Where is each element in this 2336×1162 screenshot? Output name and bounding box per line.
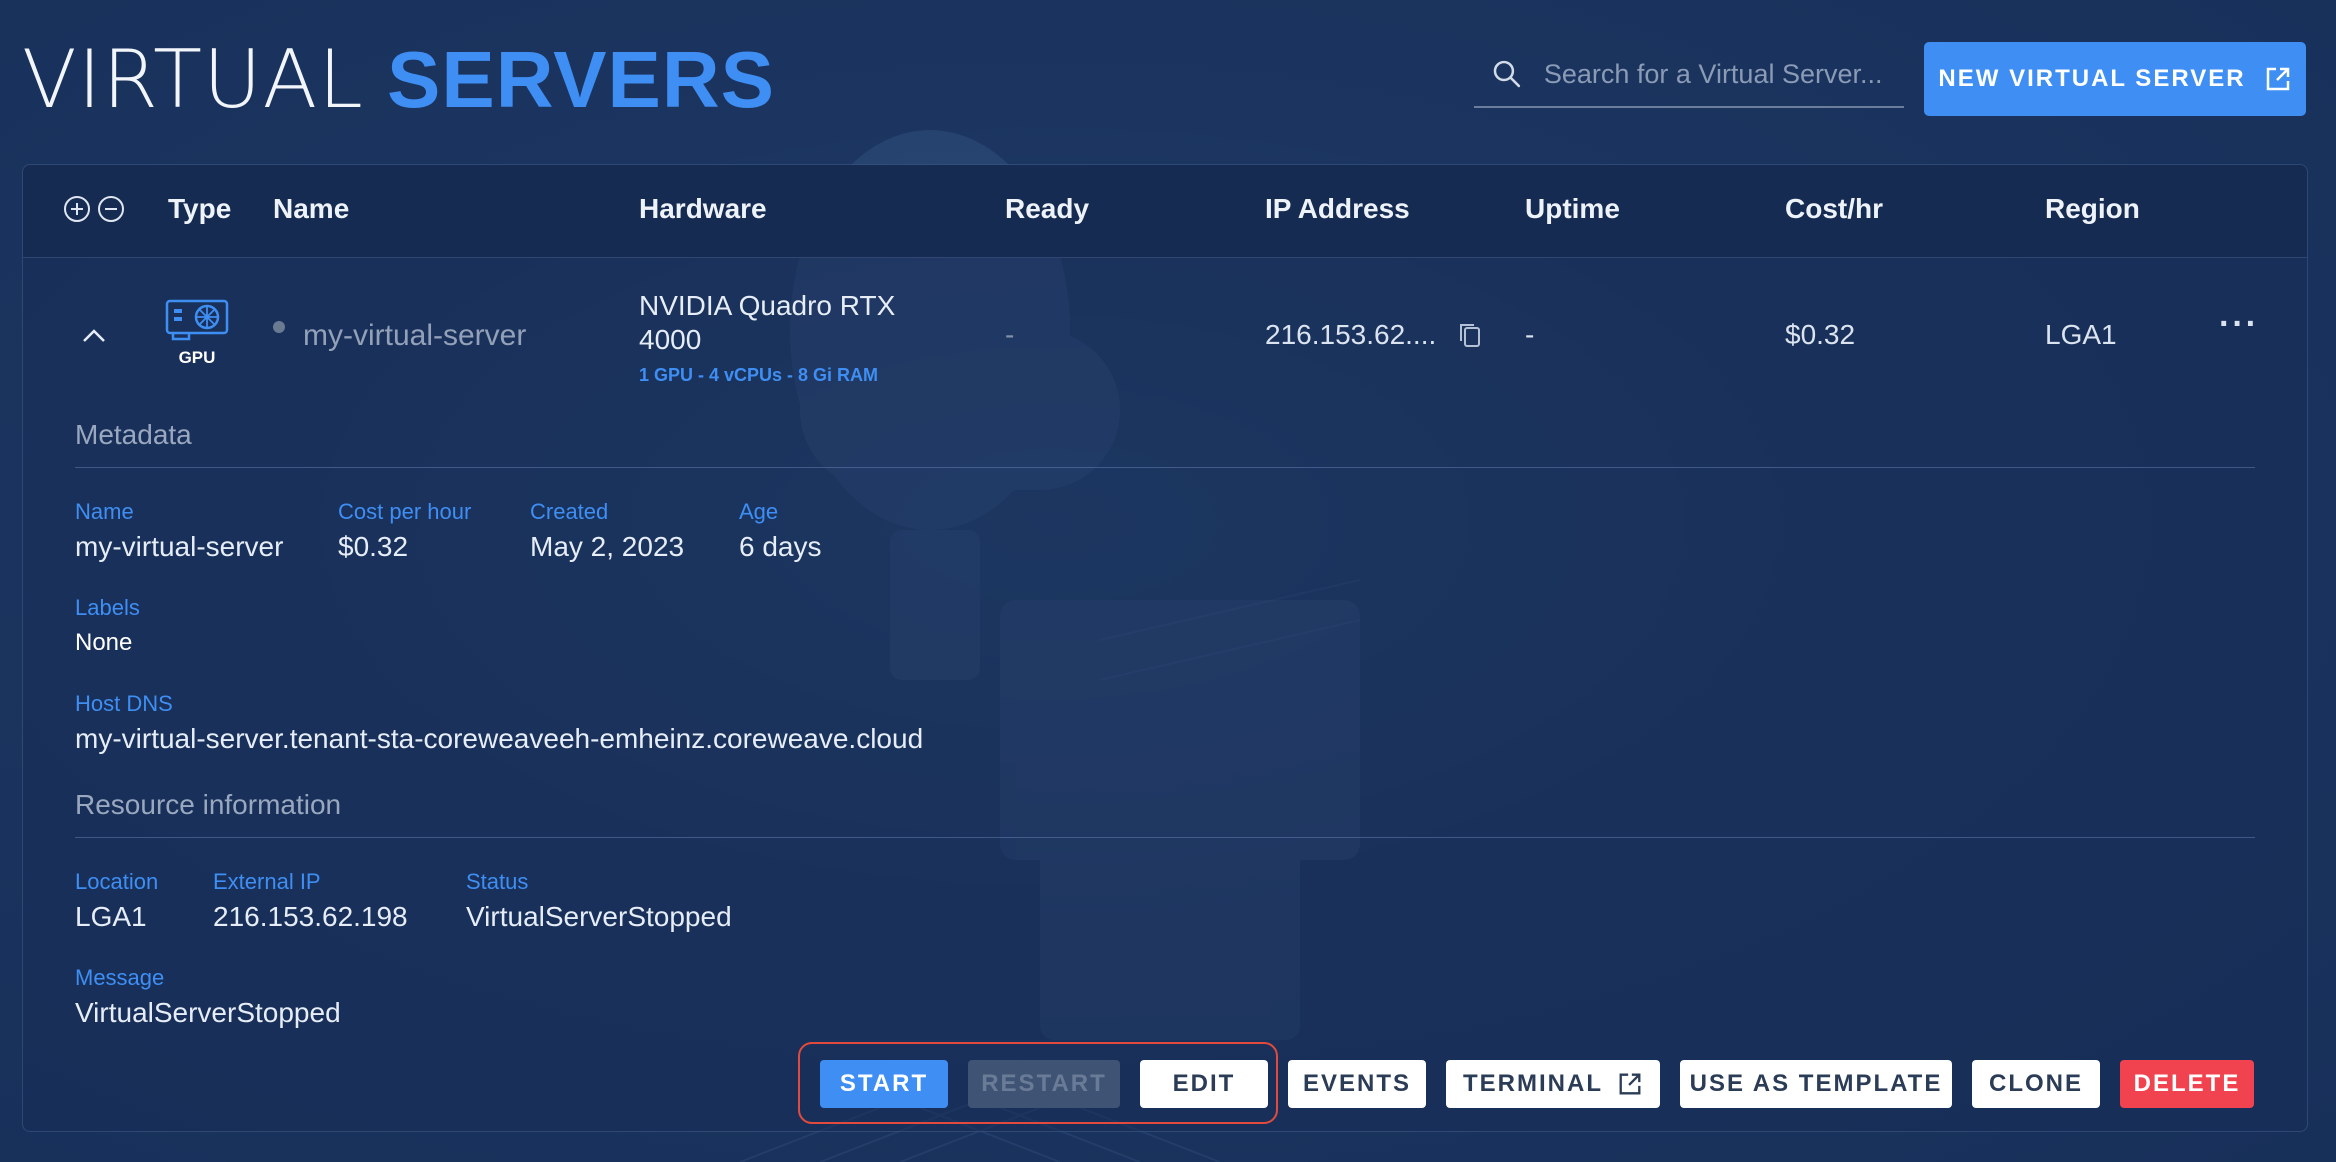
- use-as-template-button[interactable]: USE AS TEMPLATE: [1680, 1060, 1952, 1108]
- status-dot: [273, 321, 285, 333]
- meta-name-value: my-virtual-server: [75, 531, 284, 562]
- copy-icon[interactable]: [1457, 321, 1483, 349]
- res-external-ip-value: 216.153.62.198: [213, 901, 408, 932]
- new-virtual-server-button[interactable]: NEW VIRTUAL SERVER: [1924, 42, 2306, 116]
- column-header-region[interactable]: Region: [2045, 193, 2140, 225]
- res-location-label: Location: [75, 869, 159, 894]
- meta-cost-label: Cost per hour: [338, 499, 472, 524]
- search-icon: [1493, 60, 1521, 88]
- meta-labels-label: Labels: [75, 595, 140, 620]
- ready-value: -: [1005, 319, 1015, 350]
- meta-labels-value: None: [75, 629, 133, 656]
- external-link-icon: [1619, 1073, 1641, 1095]
- meta-dns-label: Host DNS: [75, 691, 173, 716]
- column-header-name[interactable]: Name: [273, 193, 349, 225]
- resource-section-title: Resource information: [75, 789, 342, 820]
- res-external-ip-label: External IP: [213, 869, 321, 894]
- search-bar[interactable]: [1474, 42, 1904, 108]
- page-title-bold: SERVERS: [387, 35, 775, 124]
- type-label: GPU: [178, 348, 216, 367]
- column-header-type[interactable]: Type: [168, 193, 231, 225]
- delete-button[interactable]: DELETE: [2120, 1060, 2254, 1108]
- column-header-ip-address[interactable]: IP Address: [1265, 193, 1410, 225]
- meta-created-value: May 2, 2023: [530, 531, 685, 562]
- external-link-icon: [2266, 67, 2289, 91]
- res-status-value: VirtualServerStopped: [466, 901, 732, 932]
- terminal-label: TERMINAL: [1463, 1070, 1603, 1097]
- terminal-button[interactable]: TERMINAL: [1446, 1060, 1660, 1108]
- resource-divider: [75, 837, 2255, 838]
- restart-button[interactable]: RESTART: [968, 1060, 1120, 1108]
- cost-hr-value: $0.32: [1785, 319, 1856, 350]
- column-header-hardware[interactable]: Hardware: [639, 193, 767, 225]
- expand-all-icon[interactable]: [63, 195, 91, 223]
- metadata-section-title: Metadata: [75, 419, 192, 450]
- server-name[interactable]: my-virtual-server: [303, 319, 526, 353]
- search-input[interactable]: [1541, 57, 1904, 91]
- more-actions-icon[interactable]: ···: [2219, 305, 2259, 344]
- meta-age-label: Age: [739, 499, 779, 524]
- hardware-specs: 1 GPU - 4 vCPUs - 8 Gi RAM: [639, 365, 879, 385]
- uptime-value: -: [1525, 319, 1535, 350]
- events-button[interactable]: EVENTS: [1288, 1060, 1426, 1108]
- start-button[interactable]: START: [820, 1060, 948, 1108]
- page-title-light: VIRTUAL: [22, 33, 364, 126]
- edit-button[interactable]: EDIT: [1140, 1060, 1268, 1108]
- column-header-cost-hr[interactable]: Cost/hr: [1785, 193, 1883, 225]
- res-status-label: Status: [466, 869, 529, 894]
- ip-address-value: 216.153.62....: [1265, 319, 1437, 350]
- column-header-ready[interactable]: Ready: [1005, 193, 1089, 225]
- gpu-icon: [165, 299, 229, 341]
- new-virtual-server-label: NEW VIRTUAL SERVER: [1938, 65, 2246, 92]
- servers-table: Type Name Hardware Ready IP Address Upti…: [22, 164, 2308, 1132]
- meta-name-label: Name: [75, 499, 134, 524]
- collapse-all-icon[interactable]: [97, 195, 125, 223]
- meta-created-label: Created: [530, 499, 609, 524]
- meta-cost-value: $0.32: [338, 531, 409, 562]
- table-header: Type Name Hardware Ready IP Address Upti…: [23, 165, 2307, 258]
- res-message-value: VirtualServerStopped: [75, 997, 341, 1028]
- region-value: LGA1: [2045, 319, 2117, 350]
- meta-age-value: 6 days: [739, 531, 822, 562]
- meta-dns-value: my-virtual-server.tenant-sta-coreweaveeh…: [75, 723, 924, 754]
- expand-collapse-controls: [63, 195, 125, 223]
- hardware-name: NVIDIA Quadro RTX 4000: [639, 290, 896, 355]
- res-message-label: Message: [75, 965, 165, 990]
- metadata-divider: [75, 467, 2255, 468]
- page-title: VIRTUAL SERVERS: [22, 30, 775, 130]
- hardware-cell: NVIDIA Quadro RTX 4000 1 GPU - 4 vCPUs -…: [639, 289, 939, 386]
- type-cell: GPU: [161, 297, 233, 368]
- res-location-value: LGA1: [75, 901, 147, 932]
- column-header-uptime[interactable]: Uptime: [1525, 193, 1620, 225]
- clone-button[interactable]: CLONE: [1972, 1060, 2100, 1108]
- chevron-up-icon[interactable]: [79, 321, 109, 351]
